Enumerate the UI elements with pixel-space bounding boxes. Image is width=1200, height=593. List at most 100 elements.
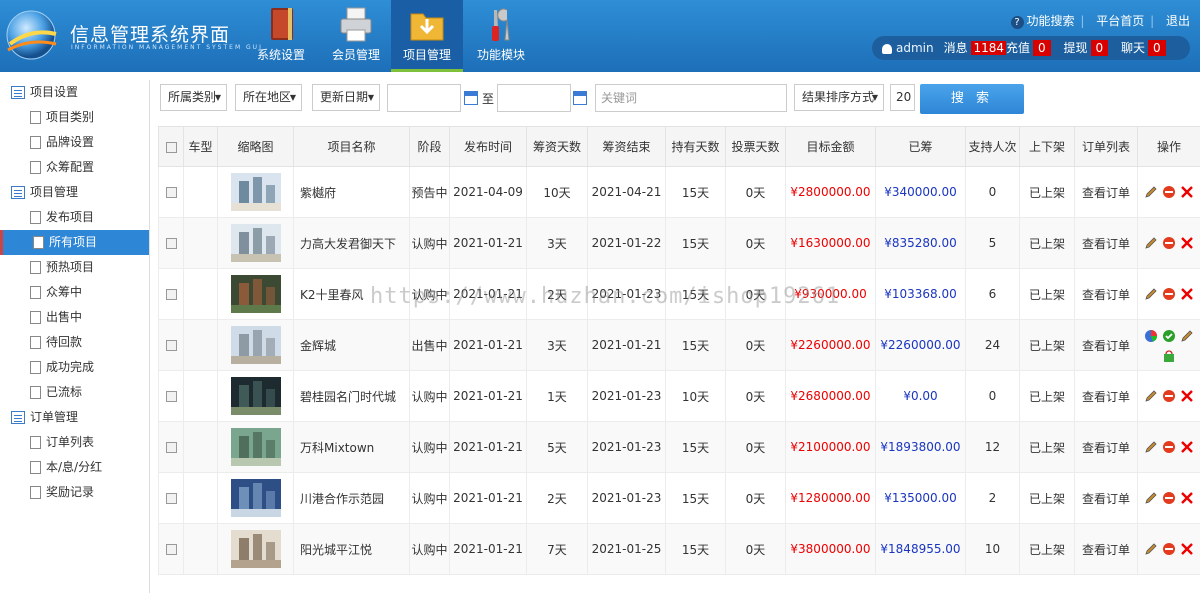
messages-label[interactable]: 消息 — [944, 41, 968, 55]
feature-search-link[interactable]: 功能搜索 — [1027, 14, 1075, 28]
project-thumbnail[interactable] — [230, 326, 281, 364]
view-orders-link[interactable]: 查看订单 — [1074, 166, 1138, 218]
sidebar-item[interactable]: 项目类别 — [0, 105, 149, 130]
sidebar-item[interactable]: 品牌设置 — [0, 130, 149, 155]
end-date-input[interactable] — [497, 84, 571, 112]
project-name[interactable]: 川港合作示范园 — [293, 472, 410, 524]
delete-icon[interactable] — [1180, 542, 1194, 556]
stage-cell: 认购中 — [409, 217, 450, 269]
calendar-icon[interactable] — [464, 91, 478, 105]
category-dropdown[interactable]: 所属类别 ▼ — [160, 84, 227, 111]
sidebar-item[interactable]: 成功完成 — [0, 355, 149, 380]
row-checkbox[interactable] — [158, 472, 184, 524]
edit-icon[interactable] — [1144, 236, 1158, 250]
disable-icon[interactable] — [1162, 440, 1176, 454]
project-thumbnail[interactable] — [230, 377, 281, 415]
project-thumbnail[interactable] — [230, 173, 281, 211]
pie-chart-icon[interactable] — [1144, 329, 1158, 343]
project-thumbnail[interactable] — [230, 530, 281, 568]
project-thumbnail[interactable] — [230, 428, 281, 466]
platform-home-link[interactable]: 平台首页 — [1096, 14, 1144, 28]
edit-icon[interactable] — [1180, 329, 1194, 343]
row-checkbox[interactable] — [158, 319, 184, 371]
row-checkbox[interactable] — [158, 166, 184, 218]
delete-icon[interactable] — [1180, 236, 1194, 250]
sidebar-item[interactable]: 奖励记录 — [0, 480, 149, 505]
chat-label[interactable]: 聊天 — [1121, 41, 1145, 55]
view-orders-link[interactable]: 查看订单 — [1074, 217, 1138, 269]
sidebar-item[interactable]: 本/息/分红 — [0, 455, 149, 480]
row-checkbox[interactable] — [158, 370, 184, 422]
project-thumbnail[interactable] — [230, 275, 281, 313]
disable-icon[interactable] — [1162, 389, 1176, 403]
project-name[interactable]: 金辉城 — [293, 319, 410, 371]
delete-icon[interactable] — [1180, 440, 1194, 454]
select-all-checkbox[interactable] — [158, 126, 184, 167]
delete-icon[interactable] — [1180, 185, 1194, 199]
project-name[interactable]: 阳光城平江悦 — [293, 523, 410, 575]
disable-icon[interactable] — [1162, 542, 1176, 556]
sidebar-group[interactable]: 订单管理 — [0, 405, 149, 430]
view-orders-link[interactable]: 查看订单 — [1074, 319, 1138, 371]
view-orders-link[interactable]: 查看订单 — [1074, 370, 1138, 422]
funding-end-cell: 2021-04-21 — [587, 166, 666, 218]
row-checkbox[interactable] — [158, 421, 184, 473]
row-checkbox[interactable] — [158, 523, 184, 575]
disable-icon[interactable] — [1162, 491, 1176, 505]
sidebar-item[interactable]: 已流标 — [0, 380, 149, 405]
nav-member-management[interactable]: 会员管理 — [326, 0, 386, 72]
row-checkbox[interactable] — [158, 268, 184, 320]
sidebar-item[interactable]: 出售中 — [0, 305, 149, 330]
project-name[interactable]: 紫樾府 — [293, 166, 410, 218]
keyword-input[interactable]: 关键词 — [595, 84, 787, 112]
project-thumbnail[interactable] — [230, 224, 281, 262]
nav-system-settings[interactable]: 系统设置 — [251, 0, 311, 72]
delete-icon[interactable] — [1180, 287, 1194, 301]
sidebar-item[interactable]: 众筹中 — [0, 280, 149, 305]
edit-icon[interactable] — [1144, 491, 1158, 505]
withdraw-label[interactable]: 提现 — [1063, 41, 1087, 55]
edit-icon[interactable] — [1144, 440, 1158, 454]
edit-icon[interactable] — [1144, 542, 1158, 556]
view-orders-link[interactable]: 查看订单 — [1074, 421, 1138, 473]
search-button[interactable]: 搜 索 — [920, 84, 1024, 114]
nav-project-management[interactable]: 项目管理 — [391, 0, 463, 72]
date-dropdown[interactable]: 更新日期 ▼ — [312, 84, 380, 111]
calendar-icon[interactable] — [573, 91, 587, 105]
approve-icon[interactable] — [1162, 329, 1176, 343]
project-thumbnail[interactable] — [230, 479, 281, 517]
project-name[interactable]: 碧桂园名门时代城 — [293, 370, 410, 422]
sort-dropdown[interactable]: 结果排序方式 ▼ — [794, 84, 884, 111]
view-orders-link[interactable]: 查看订单 — [1074, 472, 1138, 524]
sidebar-item[interactable]: 所有项目 — [0, 230, 149, 255]
logout-link[interactable]: 退出 — [1166, 14, 1190, 28]
sidebar-group[interactable]: 项目管理 — [0, 180, 149, 205]
nav-function-modules[interactable]: 功能模块 — [471, 0, 531, 72]
sidebar-item[interactable]: 待回款 — [0, 330, 149, 355]
shopping-bag-icon[interactable] — [1162, 349, 1176, 363]
edit-icon[interactable] — [1144, 287, 1158, 301]
sidebar-item[interactable]: 发布项目 — [0, 205, 149, 230]
disable-icon[interactable] — [1162, 236, 1176, 250]
page-size-input[interactable]: 20 — [890, 84, 915, 111]
edit-icon[interactable] — [1144, 389, 1158, 403]
start-date-input[interactable] — [387, 84, 461, 112]
disable-icon[interactable] — [1162, 185, 1176, 199]
delete-icon[interactable] — [1180, 491, 1194, 505]
sidebar-item[interactable]: 预热项目 — [0, 255, 149, 280]
sidebar-group[interactable]: 项目设置 — [0, 80, 149, 105]
project-name[interactable]: 力高大发君御天下 — [293, 217, 410, 269]
sidebar-item[interactable]: 订单列表 — [0, 430, 149, 455]
username[interactable]: admin — [896, 41, 934, 55]
project-name[interactable]: K2十里春风 — [293, 268, 410, 320]
edit-icon[interactable] — [1144, 185, 1158, 199]
view-orders-link[interactable]: 查看订单 — [1074, 268, 1138, 320]
view-orders-link[interactable]: 查看订单 — [1074, 523, 1138, 575]
delete-icon[interactable] — [1180, 389, 1194, 403]
recharge-label[interactable]: 充值 — [1006, 41, 1030, 55]
disable-icon[interactable] — [1162, 287, 1176, 301]
row-checkbox[interactable] — [158, 217, 184, 269]
region-dropdown[interactable]: 所在地区 ▼ — [235, 84, 302, 111]
sidebar-item[interactable]: 众筹配置 — [0, 155, 149, 180]
project-name[interactable]: 万科Mixtown — [293, 421, 410, 473]
